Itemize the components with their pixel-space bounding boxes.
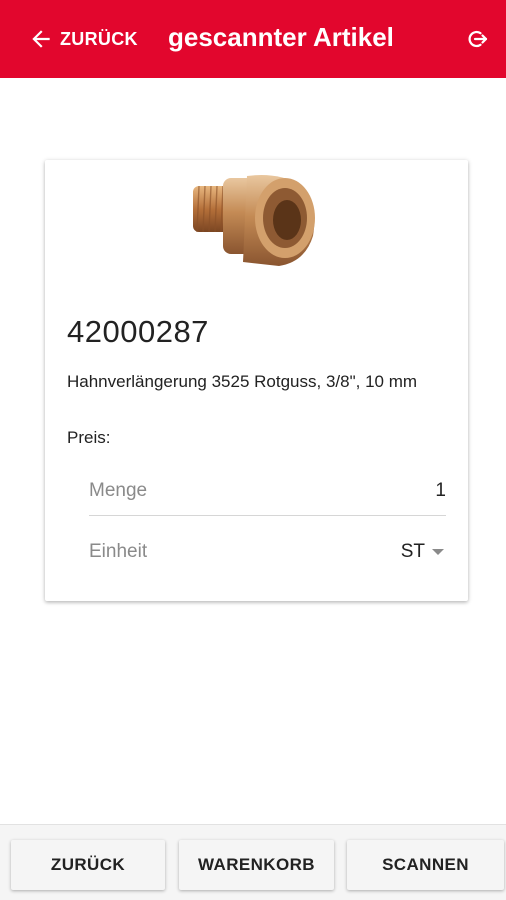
app-bar: ZURÜCK gescannter Artikel xyxy=(0,0,506,78)
back-button[interactable]: ZURÜCK xyxy=(28,24,138,54)
quantity-row: Menge 1 xyxy=(89,466,446,516)
article-description: Hahnverlängerung 3525 Rotguss, 3/8", 10 … xyxy=(67,372,418,391)
unit-value: ST xyxy=(400,541,425,562)
bottom-action-bar: ZURÜCK WARENKORB SCANNEN xyxy=(0,824,506,900)
back-footer-button[interactable]: ZURÜCK xyxy=(11,840,165,890)
scan-button[interactable]: SCANNEN xyxy=(347,840,504,890)
unit-select[interactable]: ST xyxy=(401,541,446,563)
cart-button[interactable]: WARENKORB xyxy=(179,840,334,890)
price-label: Preis: xyxy=(67,428,111,447)
back-button-label: ZURÜCK xyxy=(60,28,138,49)
article-number: 42000287 xyxy=(67,314,209,349)
product-fitting-image xyxy=(193,175,315,266)
arrow-left-icon xyxy=(32,30,50,48)
unit-row: Einheit ST xyxy=(89,527,446,577)
unit-label: Einheit xyxy=(89,541,148,562)
quantity-label: Menge xyxy=(89,479,148,501)
logout-button[interactable] xyxy=(466,27,490,51)
article-card: 42000287 Hahnverlängerung 3525 Rotguss, … xyxy=(45,160,468,601)
quantity-input[interactable]: 1 xyxy=(435,480,446,502)
dropdown-caret-icon xyxy=(432,549,444,555)
page-title: gescannter Artikel xyxy=(168,22,394,52)
logout-icon xyxy=(468,30,488,48)
